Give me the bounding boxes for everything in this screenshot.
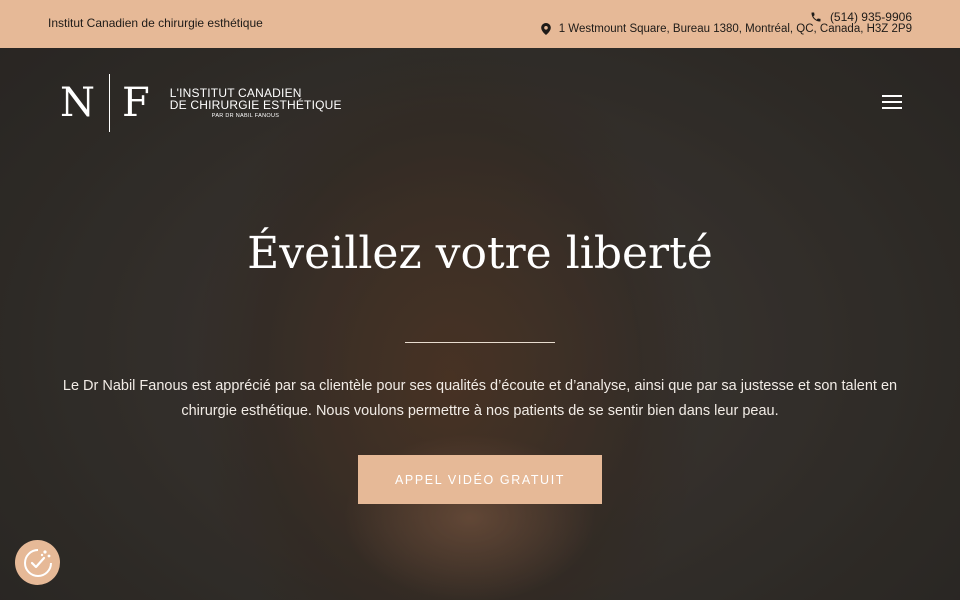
logo-wordmark: L'INSTITUT CANADIEN DE CHIRURGIE ESTHÉTI… [169, 86, 342, 120]
hamburger-menu-icon[interactable] [882, 94, 904, 110]
address-text: 1 Westmount Square, Bureau 1380, Montréa… [558, 23, 912, 35]
free-video-call-button[interactable]: APPEL VIDÉO GRATUIT [358, 455, 602, 504]
logo-divider [109, 74, 110, 132]
map-pin-icon [540, 23, 551, 35]
logo-letter-n: N [60, 80, 97, 126]
cookie-consent-icon [23, 548, 52, 577]
logo-line-3: PAR DR NABIL FANOUS [211, 112, 280, 119]
cookie-consent-button[interactable] [15, 540, 60, 585]
topbar-brand-text: Institut Canadien de chirurgie esthétiqu… [48, 16, 263, 30]
phone-number: (514) 935-9906 [829, 10, 912, 24]
address-link[interactable]: 1 Westmount Square, Bureau 1380, Montréa… [540, 23, 912, 35]
logo-monogram: N F [60, 74, 152, 132]
hero-title: Éveillez votre liberté [247, 228, 713, 279]
site-logo[interactable]: N F L'INSTITUT CANADIEN DE CHIRURGIE EST… [60, 74, 342, 132]
phone-icon [811, 12, 821, 22]
logo-letter-f: F [122, 80, 152, 126]
logo-line-2: DE CHIRURGIE ESTHÉTIQUE [169, 98, 342, 113]
hero-section: N F L'INSTITUT CANADIEN DE CHIRURGIE EST… [0, 48, 960, 600]
hero-lead-text: Le Dr Nabil Fanous est apprécié par sa c… [62, 378, 898, 419]
top-info-bar: Institut Canadien de chirurgie esthétiqu… [0, 0, 960, 48]
title-divider [405, 342, 555, 343]
phone-link[interactable]: (514) 935-9906 [810, 10, 912, 24]
